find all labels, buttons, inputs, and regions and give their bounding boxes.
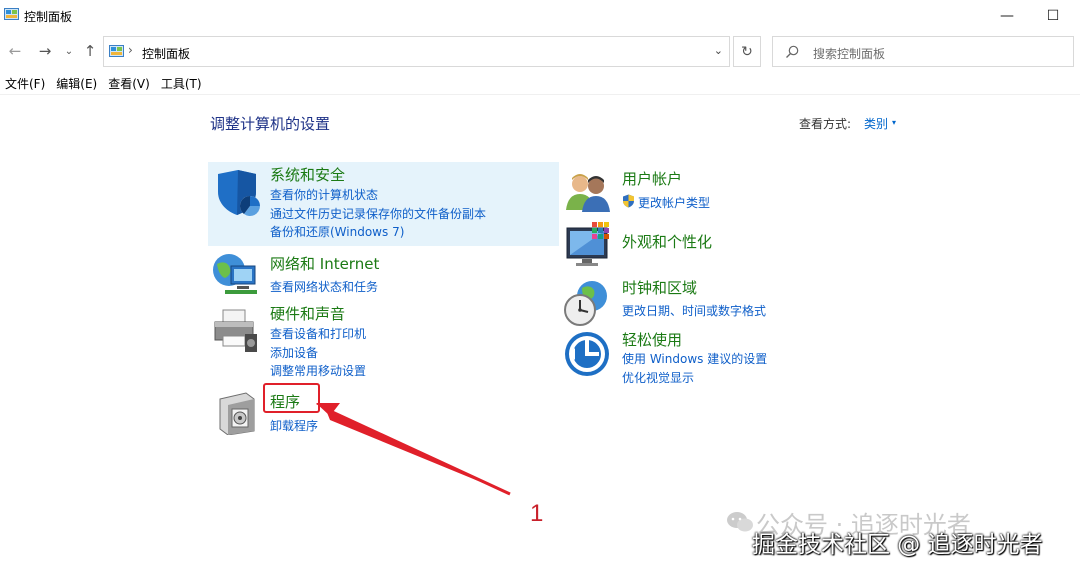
menu-view[interactable]: 查看(V) [103, 72, 156, 94]
category-network-internet[interactable]: 网络和 Internet 查看网络状态和任务 [208, 250, 559, 298]
caret-down-icon[interactable]: ▾ [892, 118, 896, 127]
watermark-community: 掘金技术社区 @ 追逐时光者 [752, 532, 1043, 558]
category-title[interactable]: 时钟和区域 [622, 277, 697, 298]
category-programs[interactable]: 程序 卸载程序 [208, 389, 559, 437]
category-title[interactable]: 轻松使用 [622, 329, 682, 350]
menu-tools[interactable]: 工具(T) [156, 72, 208, 94]
breadcrumb-separator-icon: › [128, 43, 133, 57]
link-change-account-type[interactable]: 更改帐户类型 [638, 194, 710, 211]
category-system-security[interactable]: 系统和安全 查看你的计算机状态 通过文件历史记录保存你的文件备份副本 备份和还原… [208, 162, 559, 246]
link-devices-printers[interactable]: 查看设备和打印机 [270, 325, 366, 342]
forward-arrow-icon: → [38, 42, 52, 60]
refresh-button[interactable]: ↻ [733, 36, 761, 67]
wechat-icon [727, 512, 753, 532]
address-dropdown-icon[interactable]: ⌄ [714, 44, 723, 57]
back-button[interactable]: ← [4, 40, 26, 62]
search-input[interactable]: 搜索控制面板 [772, 36, 1074, 67]
address-bar[interactable]: › 控制面板 ⌄ [103, 36, 730, 67]
menu-file[interactable]: 文件(F) [0, 72, 51, 94]
annotation-number: 1 [530, 500, 544, 527]
menu-bar: 文件(F) 编辑(E) 查看(V) 工具(T) [0, 72, 1080, 94]
recent-locations-button[interactable]: ⌄ [62, 40, 76, 62]
up-button[interactable]: ↑ [80, 40, 100, 62]
category-clock-region[interactable]: 时钟和区域 更改日期、时间或数字格式 [560, 276, 860, 326]
link-uninstall-program[interactable]: 卸载程序 [270, 417, 318, 434]
category-user-accounts[interactable]: 用户帐户 更改帐户类型 [560, 166, 860, 214]
link-backup-restore[interactable]: 备份和还原(Windows 7) [270, 223, 404, 240]
link-mobility-settings[interactable]: 调整常用移动设置 [270, 362, 366, 379]
link-view-computer-status[interactable]: 查看你的计算机状态 [270, 186, 378, 203]
link-file-history[interactable]: 通过文件历史记录保存你的文件备份副本 [270, 205, 486, 222]
maximize-button[interactable]: ☐ [1030, 4, 1076, 28]
ease-of-access-icon [565, 332, 609, 376]
page-title: 调整计算机的设置 [210, 115, 331, 133]
minimize-icon: — [1000, 8, 1014, 24]
link-change-date-time-format[interactable]: 更改日期、时间或数字格式 [622, 302, 766, 319]
back-arrow-icon: ← [8, 42, 22, 60]
title-bar: 控制面板 — ☐ [0, 0, 1080, 32]
up-arrow-icon: ↑ [83, 42, 97, 60]
window-title: 控制面板 [24, 10, 73, 24]
search-placeholder: 搜索控制面板 [813, 47, 886, 61]
chevron-down-icon: ⌄ [64, 45, 74, 57]
monitor-palette-icon [566, 222, 609, 266]
menu-edit[interactable]: 编辑(E) [51, 72, 103, 94]
annotation-highlight-box [263, 383, 320, 413]
view-by-dropdown[interactable]: 类别 [864, 115, 888, 132]
programs-box-icon [219, 392, 255, 435]
link-windows-suggested-settings[interactable]: 使用 Windows 建议的设置 [622, 350, 767, 367]
refresh-icon: ↻ [741, 43, 753, 60]
category-appearance[interactable]: 外观和个性化 [560, 220, 860, 268]
menu-divider [0, 94, 1080, 95]
minimize-button[interactable]: — [984, 4, 1030, 28]
view-by-label: 查看方式: [799, 117, 852, 131]
clock-globe-icon [564, 281, 607, 326]
category-title[interactable]: 系统和安全 [270, 164, 345, 185]
control-panel-icon [109, 45, 124, 57]
users-icon [566, 174, 610, 212]
category-hardware-sound[interactable]: 硬件和声音 查看设备和打印机 添加设备 调整常用移动设置 [208, 302, 559, 380]
maximize-icon: ☐ [1046, 8, 1060, 24]
link-optimize-visual-display[interactable]: 优化视觉显示 [622, 369, 694, 386]
network-globe-icon [213, 254, 257, 294]
category-title[interactable]: 网络和 Internet [270, 253, 379, 274]
category-title[interactable]: 外观和个性化 [622, 231, 712, 252]
link-add-device[interactable]: 添加设备 [270, 344, 318, 361]
search-icon [786, 45, 799, 58]
control-panel-icon [4, 8, 19, 20]
shield-icon [218, 170, 260, 216]
forward-button[interactable]: → [34, 40, 56, 62]
printer-icon [214, 309, 257, 352]
category-title[interactable]: 用户帐户 [622, 168, 682, 189]
breadcrumb[interactable]: 控制面板 [142, 45, 190, 62]
link-network-status[interactable]: 查看网络状态和任务 [270, 278, 378, 295]
category-title[interactable]: 硬件和声音 [270, 303, 345, 324]
navigation-bar: ← → ⌄ ↑ › 控制面板 ⌄ ↻ 搜索控制面板 [0, 33, 1080, 69]
uac-shield-icon [623, 194, 634, 208]
category-ease-of-access[interactable]: 轻松使用 使用 Windows 建议的设置 优化视觉显示 [560, 328, 860, 386]
